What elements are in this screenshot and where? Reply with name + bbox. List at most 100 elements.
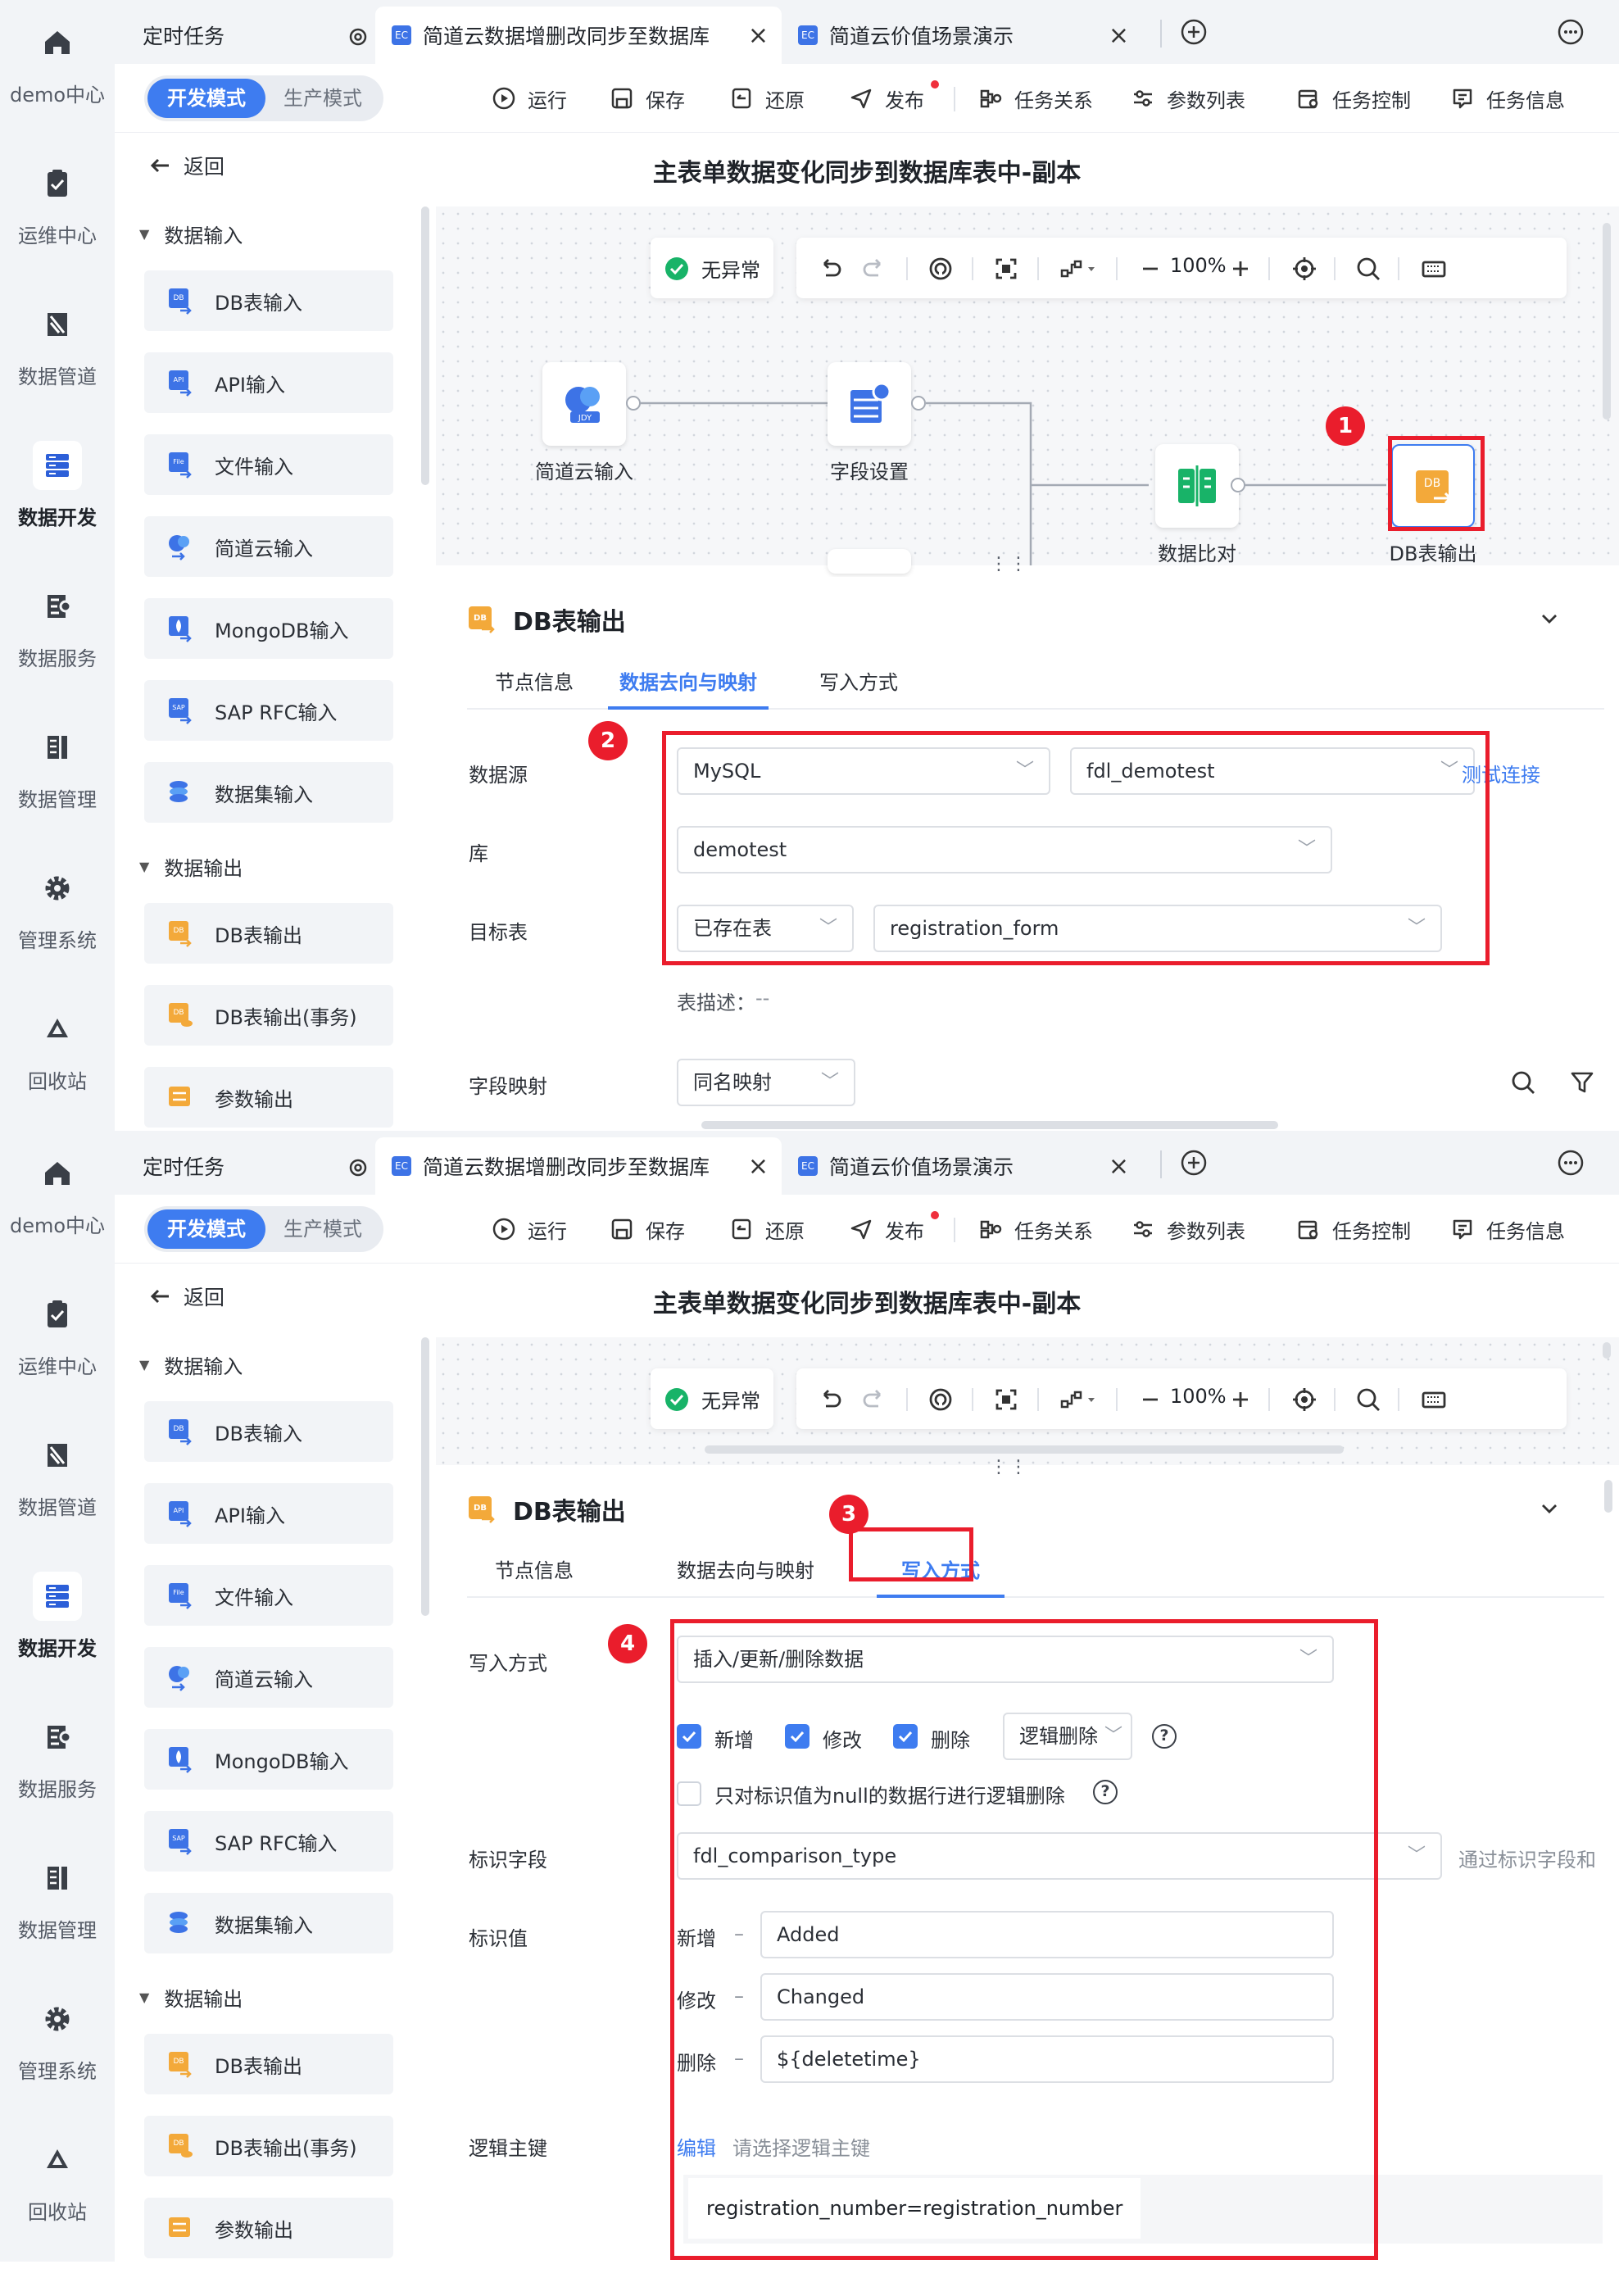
nav-item-recycle[interactable]: 回收站 — [0, 993, 115, 1131]
more-icon[interactable] — [1557, 18, 1585, 46]
scrollbar[interactable] — [421, 1337, 429, 1616]
nav-item-service[interactable]: 数据服务 — [0, 570, 115, 711]
redo-icon[interactable] — [860, 1385, 890, 1414]
scrollbar[interactable] — [701, 1121, 1278, 1129]
tab-data-mapping[interactable]: 数据去向与映射 — [677, 1544, 814, 1598]
zoom-out-icon[interactable] — [1136, 1385, 1165, 1414]
line-style-icon[interactable] — [1057, 1385, 1103, 1414]
nav-item-dev[interactable]: 数据开发 — [0, 429, 115, 570]
run-button[interactable]: 运行 — [492, 64, 567, 133]
nav-item-admin[interactable]: 管理系统 — [0, 852, 115, 993]
close-icon[interactable]: × — [748, 21, 769, 50]
component-sap-input[interactable]: SAP SAP RFC输入 — [144, 680, 393, 741]
chevron-down-icon[interactable] — [1535, 605, 1563, 633]
dev-mode-button[interactable]: 开发模式 — [147, 1209, 265, 1249]
scrollbar[interactable] — [705, 1445, 1344, 1454]
nav-item-ops[interactable]: 运维中心 — [0, 1278, 115, 1419]
zoom-in-icon[interactable] — [1226, 1385, 1255, 1414]
scrollbar[interactable] — [1603, 1342, 1611, 1359]
add-tab-icon[interactable] — [1180, 1149, 1208, 1177]
chevron-down-icon[interactable] — [1535, 1495, 1563, 1522]
resize-handle[interactable]: ⋮⋮ — [436, 554, 1619, 577]
param-list-button[interactable]: 参数列表 — [1131, 64, 1245, 133]
task-relations-button[interactable]: 任务关系 — [978, 1195, 1093, 1264]
task-relations-button[interactable]: 任务关系 — [978, 64, 1093, 133]
save-button[interactable]: 保存 — [610, 64, 685, 133]
output-port[interactable] — [626, 396, 641, 411]
component-db-output[interactable]: DB DB表输出 — [144, 903, 393, 964]
component-dataset-input[interactable]: 数据集输入 — [144, 762, 393, 823]
component-jdy-input[interactable]: 简道云输入 — [144, 516, 393, 577]
flow-canvas[interactable]: 无异常 100% — [436, 1337, 1619, 1465]
component-jdy-input[interactable]: 简道云输入 — [144, 1647, 393, 1708]
component-param-output[interactable]: 参数输出 — [144, 1067, 393, 1128]
tab-scheduled[interactable]: 定时任务 — [143, 7, 388, 64]
task-control-button[interactable]: 任务控制 — [1296, 64, 1411, 133]
fit-view-icon[interactable] — [991, 1385, 1021, 1414]
scrollbar[interactable] — [421, 206, 429, 485]
close-icon[interactable]: × — [748, 1152, 769, 1181]
component-api-input[interactable]: API API输入 — [144, 1483, 393, 1544]
tab-scheduled[interactable]: 定时任务 — [143, 1137, 388, 1195]
undo-icon[interactable] — [814, 1385, 844, 1414]
component-mongodb-input[interactable]: MongoDB输入 — [144, 598, 393, 659]
nav-item-admin[interactable]: 管理系统 — [0, 1983, 115, 2124]
search-icon[interactable] — [1354, 1385, 1383, 1414]
component-db-output[interactable]: DB DB表输出 — [144, 2034, 393, 2094]
node-jdy-input[interactable]: JDY — [542, 362, 626, 446]
publish-button[interactable]: 发布 — [849, 64, 939, 133]
nav-item-data-management[interactable]: 数据管理 — [0, 1842, 115, 1983]
component-dataset-input[interactable]: 数据集输入 — [144, 1893, 393, 1953]
tab-jdy-demo[interactable]: EC 简道云价值场景演示 × — [782, 1137, 1142, 1195]
more-icon[interactable] — [1557, 1149, 1585, 1177]
keyboard-icon[interactable] — [1419, 1385, 1449, 1414]
scrollbar[interactable] — [1603, 223, 1611, 420]
nav-item-ops[interactable]: 运维中心 — [0, 147, 115, 288]
flow-canvas[interactable]: 无异常 100% JDY 简道云输入 字段设置 数据比对 DB DB表输出 1 — [436, 206, 1619, 574]
prod-mode-button[interactable]: 生产模式 — [265, 1209, 380, 1249]
group-data-output[interactable]: ▼ 数据输出 — [139, 852, 243, 881]
task-info-button[interactable]: 任务信息 — [1450, 64, 1565, 133]
task-control-button[interactable]: 任务控制 — [1296, 1195, 1411, 1264]
scrollbar[interactable] — [1604, 1480, 1612, 1513]
tab-jdy-sync[interactable]: EC 简道云数据增删改同步至数据库 × — [375, 1137, 782, 1195]
tab-jdy-sync[interactable]: EC 简道云数据增删改同步至数据库 × — [375, 7, 782, 64]
task-info-button[interactable]: 任务信息 — [1450, 1195, 1565, 1264]
component-file-input[interactable]: File 文件输入 — [144, 1565, 393, 1626]
group-data-input[interactable]: ▼ 数据输入 — [139, 220, 243, 248]
fingerprint-icon[interactable] — [926, 1385, 955, 1414]
component-api-input[interactable]: API API输入 — [144, 352, 393, 413]
nav-item-data-management[interactable]: 数据管理 — [0, 711, 115, 852]
filter-icon[interactable] — [1568, 1069, 1596, 1096]
tab-node-info[interactable]: 节点信息 — [495, 656, 574, 710]
tab-write-mode[interactable]: 写入方式 — [819, 656, 898, 710]
nav-item-pipeline[interactable]: 数据管道 — [0, 1419, 115, 1560]
node-field-settings[interactable] — [828, 362, 911, 446]
gear-icon[interactable] — [346, 25, 370, 49]
field-mapping-select[interactable]: 同名映射 ﹀ — [677, 1059, 855, 1106]
tab-jdy-demo[interactable]: EC 简道云价值场景演示 × — [782, 7, 1142, 64]
output-port[interactable] — [911, 396, 926, 411]
nav-item-pipeline[interactable]: 数据管道 — [0, 288, 115, 429]
component-db-output-tx[interactable]: DB DB表输出(事务) — [144, 985, 393, 1046]
search-icon[interactable] — [1509, 1069, 1537, 1096]
locate-icon[interactable] — [1290, 1385, 1319, 1414]
restore-button[interactable]: 还原 — [729, 64, 805, 133]
nav-item-demo[interactable]: demo中心 — [0, 1137, 115, 1278]
component-param-output[interactable]: 参数输出 — [144, 2198, 393, 2258]
tab-node-info[interactable]: 节点信息 — [495, 1544, 574, 1598]
param-list-button[interactable]: 参数列表 — [1131, 1195, 1245, 1264]
prod-mode-button[interactable]: 生产模式 — [265, 79, 380, 118]
group-data-output[interactable]: ▼ 数据输出 — [139, 1983, 243, 2012]
nav-item-service[interactable]: 数据服务 — [0, 1701, 115, 1842]
component-db-input[interactable]: DB DB表输入 — [144, 1401, 393, 1462]
publish-button[interactable]: 发布 — [849, 1195, 939, 1264]
dev-mode-button[interactable]: 开发模式 — [147, 79, 265, 118]
run-button[interactable]: 运行 — [492, 1195, 567, 1264]
group-data-input[interactable]: ▼ 数据输入 — [139, 1350, 243, 1379]
close-icon[interactable]: × — [1109, 1152, 1129, 1181]
nav-item-demo[interactable]: demo中心 — [0, 7, 115, 147]
add-tab-icon[interactable] — [1180, 18, 1208, 46]
close-icon[interactable]: × — [1109, 21, 1129, 50]
node-data-compare[interactable] — [1155, 444, 1239, 528]
